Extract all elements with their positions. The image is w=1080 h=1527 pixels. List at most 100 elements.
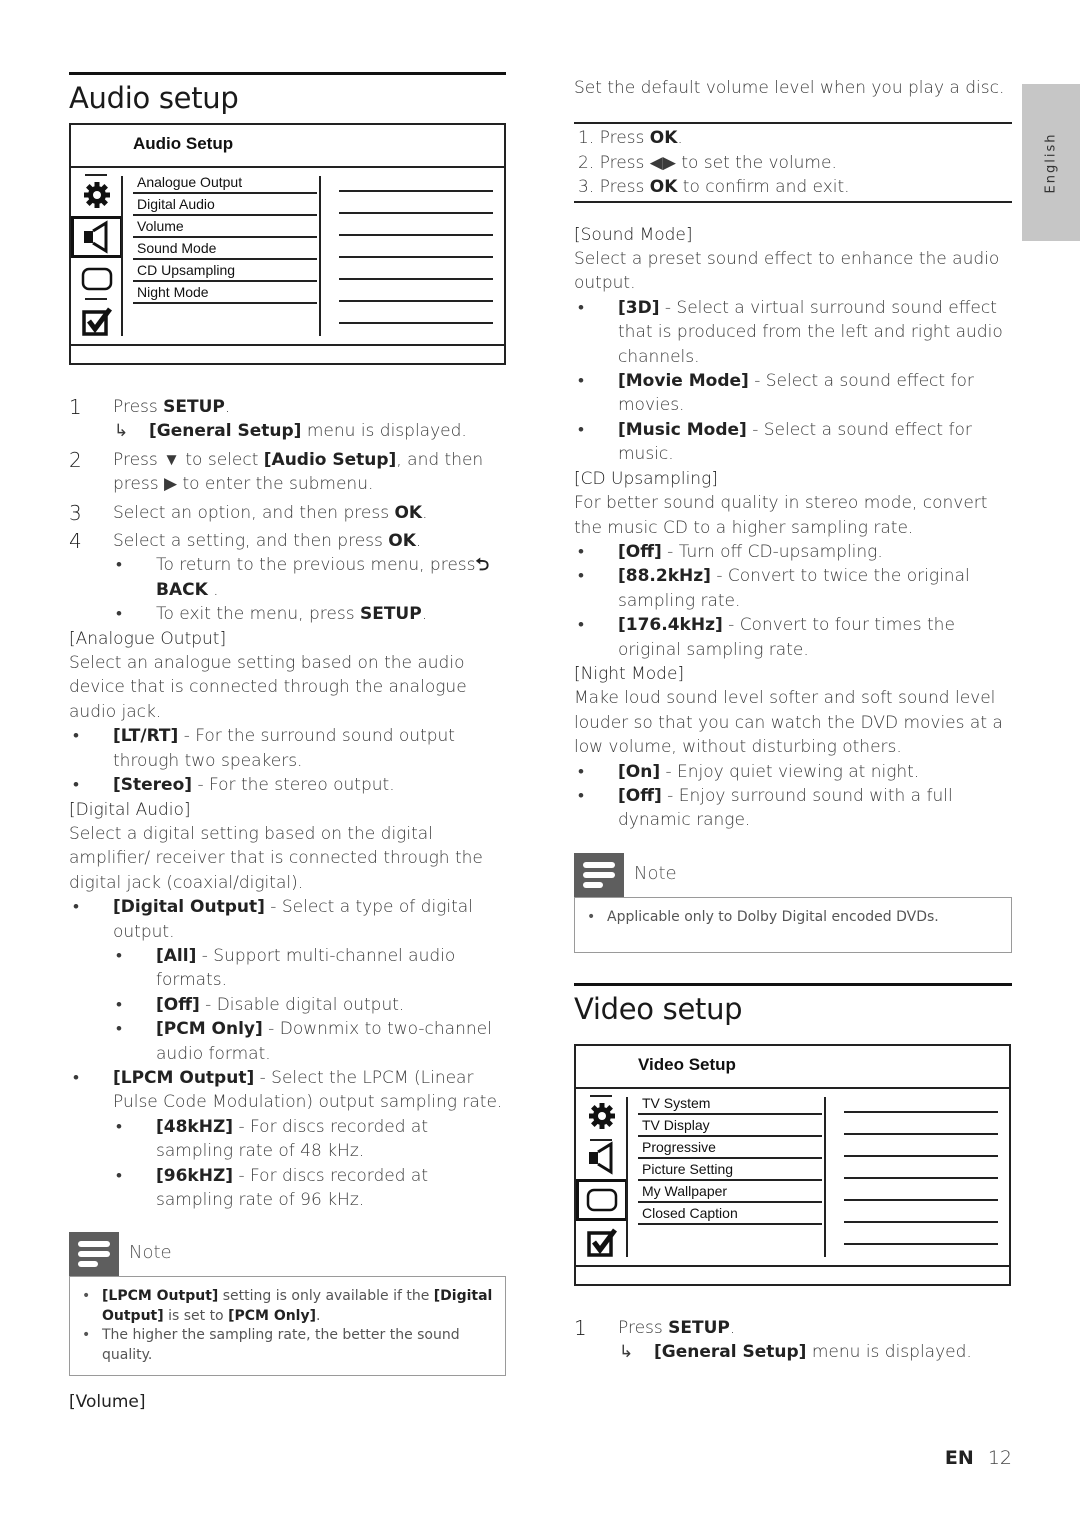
- list-item: • [48kHZ] - For discs recorded at samplin…: [69, 1115, 506, 1164]
- speaker-icon[interactable]: [71, 216, 123, 258]
- gear-icon[interactable]: [71, 174, 123, 216]
- menu-options: TV System TV Display Progressive Picture…: [638, 1093, 822, 1225]
- step: 2 Press ▼ to select [Audio Setup], and t…: [69, 448, 506, 497]
- bullet: •: [116, 1165, 122, 1186]
- menu-value-slot: [339, 190, 493, 212]
- option-name: [Music Mode]: [618, 419, 747, 440]
- checkbox-icon[interactable]: [71, 300, 123, 342]
- menu-option[interactable]: TV System: [638, 1093, 822, 1115]
- speaker-icon[interactable]: [576, 1137, 628, 1179]
- option-name: [Off]: [156, 994, 200, 1015]
- screen-icon[interactable]: [576, 1178, 628, 1221]
- menu-value-slot: [339, 278, 493, 300]
- menu-option[interactable]: TV Display: [638, 1115, 822, 1137]
- screen-icon[interactable]: [71, 258, 123, 300]
- volume-desc: Set the default volume level when you pl…: [574, 78, 1005, 98]
- menu-values: [339, 190, 493, 344]
- video-setup-menu: Video Setup TV System TV Display Progres…: [574, 1043, 1011, 1286]
- option-desc: - For the stereo output.: [192, 775, 395, 796]
- volume-steps-box: 1. Press OK. 2. Press ◀▶ to set the volu…: [574, 122, 1012, 203]
- checkbox-icon[interactable]: [576, 1221, 628, 1263]
- bullet: •: [116, 994, 122, 1015]
- divider: [626, 1096, 628, 1257]
- bullet: •: [578, 615, 584, 636]
- step-key: SETUP: [668, 1317, 730, 1338]
- step: 3 Select an option, and then press OK.: [69, 501, 506, 525]
- bullet: •: [82, 1327, 91, 1344]
- menu-value-slot: [844, 1198, 998, 1221]
- menu-value-slot: [339, 300, 493, 322]
- step-key: OK: [649, 177, 678, 198]
- digital-audio-heading: [Digital Audio]: [69, 799, 191, 820]
- menu-option[interactable]: Volume: [133, 216, 317, 238]
- step-text: 2. Press ◀▶ to set the volume.: [578, 152, 837, 173]
- menu-value-slot: [844, 1132, 998, 1155]
- menu-option[interactable]: Picture Setting: [638, 1159, 822, 1181]
- step-number: 1: [69, 395, 82, 419]
- menu-icon-column: [71, 174, 123, 342]
- step-text: .: [415, 531, 422, 552]
- menu-value-slot: [339, 234, 493, 256]
- bullet: •: [116, 1116, 122, 1137]
- note-header: Note: [574, 852, 1012, 897]
- menu-value-slot: [844, 1220, 998, 1243]
- gear-icon[interactable]: [576, 1095, 628, 1137]
- menu-option[interactable]: Sound Mode: [133, 238, 317, 260]
- option-name: [Off]: [618, 785, 662, 806]
- option-name: [3D]: [618, 297, 660, 318]
- divider: [85, 298, 107, 300]
- audio-steps: 1 Press SETUP. ↳ [General Setup] menu is…: [69, 395, 506, 1212]
- note-title: Note: [129, 1242, 172, 1264]
- note-item: • [LPCM Output] setting is only available…: [82, 1287, 493, 1326]
- list-item: • [On] - Enjoy quiet viewing at night.: [574, 760, 1012, 784]
- menu-option[interactable]: Closed Caption: [638, 1203, 822, 1225]
- option-name: [On]: [618, 761, 661, 782]
- step-text: 1. Press: [578, 128, 650, 149]
- menu-option[interactable]: Digital Audio: [133, 194, 317, 216]
- language-tab: English: [1022, 84, 1080, 241]
- step-key: OK: [394, 502, 423, 523]
- bullet: •: [578, 297, 584, 318]
- menu-value-slot: [844, 1154, 998, 1177]
- menu-option[interactable]: Analogue Output: [133, 172, 317, 194]
- bullet-text: To exit the menu, press: [156, 604, 360, 625]
- menu-value-slot: [844, 1242, 998, 1265]
- step-number: 3: [69, 500, 82, 525]
- bullet-key: BACK: [156, 579, 208, 600]
- note-title: Note: [634, 862, 677, 884]
- step-result: ↳ [General Setup] menu is displayed.: [69, 419, 506, 443]
- step-key: SETUP: [163, 397, 225, 417]
- note-text: setting is only available if the: [218, 1288, 434, 1305]
- menu-header-label: Video Setup: [638, 1054, 736, 1074]
- step: 1 Press SETUP.: [69, 395, 506, 419]
- list-item: • [Off] - Disable digital output.: [69, 993, 506, 1017]
- result-text: menu is displayed.: [806, 1342, 972, 1363]
- option-name: [Digital Output]: [113, 897, 265, 918]
- menu-value-slot: [339, 212, 493, 234]
- menu-option[interactable]: Progressive: [638, 1137, 822, 1159]
- menu-option[interactable]: My Wallpaper: [638, 1181, 822, 1203]
- menu-option[interactable]: Night Mode: [133, 282, 317, 304]
- option-name: [LPCM Output]: [113, 1067, 255, 1088]
- back-icon: ⮌: [475, 555, 490, 576]
- bullet: •: [116, 945, 122, 966]
- footer-language: EN: [944, 1447, 974, 1469]
- bullet: •: [587, 908, 596, 925]
- volume-heading: [Volume]: [69, 1392, 146, 1413]
- list-item: • [Off] - Enjoy surround sound with a ful…: [574, 784, 1012, 833]
- divider: [319, 176, 321, 336]
- list-item: • [Off] - Turn off CD-upsampling.: [574, 540, 1012, 564]
- menu-header: Audio Setup: [71, 125, 504, 168]
- option-name: [All]: [156, 945, 197, 966]
- list-item: • [96kHZ] - For discs recorded at samplin…: [69, 1164, 506, 1213]
- bullet: •: [73, 1067, 79, 1088]
- step-text: .: [224, 397, 231, 417]
- step-key: OK: [388, 531, 416, 552]
- step-text: Select a setting, and then press: [113, 531, 389, 552]
- option-desc: - Enjoy surround sound with a full dynam…: [618, 785, 953, 831]
- option-name: [PCM Only]: [156, 1019, 263, 1040]
- divider: [121, 176, 123, 336]
- note-text: .: [316, 1307, 321, 1324]
- section-rule: [574, 982, 1012, 986]
- menu-option[interactable]: CD Upsampling: [133, 260, 317, 282]
